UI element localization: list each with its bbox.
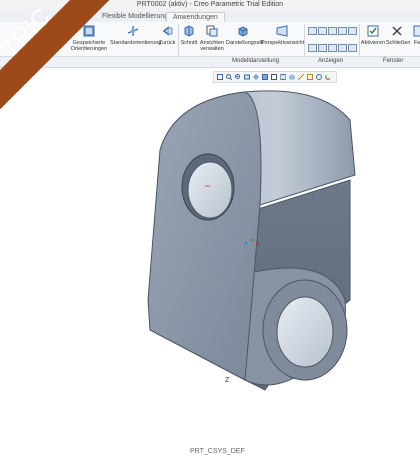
- manage-views-icon: [206, 25, 218, 37]
- repaint-icon[interactable]: [244, 74, 250, 80]
- shading-icon[interactable]: [262, 74, 268, 80]
- back-label: Zurück: [158, 40, 176, 46]
- display-point-icon[interactable]: [328, 27, 337, 35]
- display-style-icon: [238, 26, 248, 37]
- graphics-viewport[interactable]: PRT_CSYS_DEF Z: [0, 82, 420, 455]
- section-icon: [184, 25, 194, 37]
- ribbon-tabs: Flexible Modellierung Anwendungen: [0, 11, 420, 23]
- section-label: Schnitt: [180, 40, 198, 46]
- close-window-label: Schließen: [386, 40, 411, 46]
- annotation-display-icon[interactable]: [307, 74, 313, 80]
- close-window-button[interactable]: Schließen: [386, 24, 411, 46]
- zoom-in-icon[interactable]: [226, 74, 232, 80]
- window-icon: [413, 25, 420, 37]
- manage-views-button[interactable]: Ansichten verwalten: [199, 24, 225, 52]
- zoom-out-icon[interactable]: [235, 74, 241, 80]
- refit-icon[interactable]: [217, 74, 223, 80]
- manage-views-label: Ansichten verwalten: [199, 40, 225, 52]
- activate-window-icon: [367, 25, 379, 37]
- perspective-view-button[interactable]: Perspektivansicht: [261, 24, 305, 46]
- saved-orientations-button[interactable]: Gespeicherte Orientierungen: [68, 24, 110, 52]
- datum-display-icon[interactable]: [298, 74, 304, 80]
- display-spin-center-icon[interactable]: [348, 44, 357, 52]
- display-axis-icon[interactable]: [318, 27, 327, 35]
- display-plane-icon[interactable]: [308, 27, 317, 35]
- activate-button[interactable]: Aktivieren: [360, 24, 386, 46]
- window-overflow-button[interactable]: Fe: [410, 24, 420, 46]
- back-button[interactable]: Zurück: [157, 24, 177, 46]
- axis-label-z: Z: [225, 377, 230, 384]
- view-manager-icon[interactable]: [271, 74, 277, 80]
- standard-orientation-label: Standardorientierung: [110, 40, 162, 46]
- display-point-tag-icon[interactable]: [328, 44, 337, 52]
- part-model[interactable]: [0, 82, 420, 441]
- close-icon: [392, 26, 402, 36]
- csys-label: PRT_CSYS_DEF: [190, 448, 245, 455]
- orient-icon[interactable]: [253, 74, 259, 80]
- window-overflow-label: Fe: [413, 40, 420, 46]
- ribbon-group-bar: Modelldarstellung Anzeigen Fenster: [0, 56, 420, 67]
- perspective-icon[interactable]: [280, 74, 286, 80]
- tab-flexible-modellierung[interactable]: Flexible Modellierung: [96, 12, 174, 22]
- perspective-view-icon: [276, 25, 288, 37]
- standard-orientation-button[interactable]: Standardorientierung: [110, 24, 161, 46]
- csys-display-icon[interactable]: [325, 74, 331, 80]
- window-title: PRT0002 (aktiv) - Creo Parametric Trial …: [136, 1, 284, 8]
- display-csys-icon[interactable]: [338, 27, 347, 35]
- standard-orientation-icon: [127, 26, 139, 36]
- group-label-modelldarstellung[interactable]: Modelldarstellung: [232, 58, 279, 64]
- saved-orientations-icon: [83, 25, 95, 37]
- activate-label: Aktivieren: [360, 40, 386, 46]
- section-view-icon[interactable]: [289, 74, 295, 80]
- display-style-label: Darstellungsstil: [226, 40, 264, 46]
- back-arrow-icon: [162, 26, 173, 36]
- group-label-anzeigen[interactable]: Anzeigen: [318, 58, 343, 64]
- section-button[interactable]: Schnitt: [180, 24, 198, 46]
- display-plane-tag-icon[interactable]: [308, 44, 317, 52]
- display-style-button[interactable]: Darstellungsstil: [226, 24, 264, 46]
- display-annotation-icon[interactable]: [348, 27, 357, 35]
- spin-center-icon[interactable]: [316, 74, 322, 80]
- perspective-view-label: Perspektivansicht: [261, 40, 305, 46]
- group-label-fenster[interactable]: Fenster: [383, 58, 403, 64]
- display-csys-tag-icon[interactable]: [338, 44, 347, 52]
- display-axis-tag-icon[interactable]: [318, 44, 327, 52]
- saved-orientations-label: Gespeicherte Orientierungen: [70, 40, 108, 52]
